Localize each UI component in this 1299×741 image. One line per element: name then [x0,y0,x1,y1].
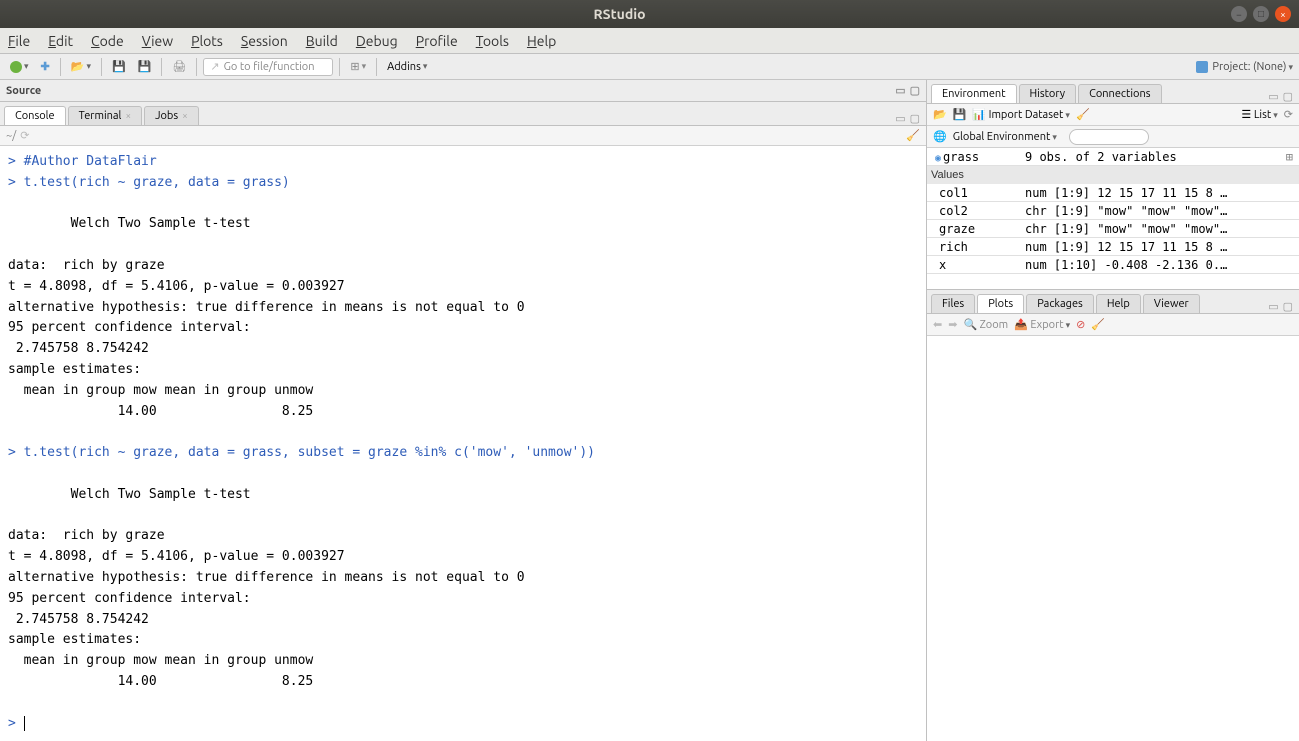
tab-files[interactable]: Files [931,294,975,313]
tab-viewer[interactable]: Viewer [1143,294,1200,313]
console-clear-icon[interactable]: 🧹 [906,130,920,142]
tab-plots[interactable]: Plots [977,294,1024,313]
plots-minimize-icon[interactable]: ▭ [1268,300,1278,313]
plot-export-dropdown[interactable]: 📤 Export [1014,318,1070,331]
tab-environment[interactable]: Environment [931,84,1017,103]
console-tabs: ConsoleTerminal×Jobs× ▭ ▢ [0,102,926,126]
console-path-bar: ~/ ⟳ 🧹 [0,126,926,146]
env-scope-dropdown[interactable]: Global Environment [953,131,1057,143]
env-row-grass[interactable]: ◉grass9 obs. of 2 variables⊞ [927,148,1299,166]
main-toolbar: ▾ ✚ 📂▾ 💾 💾 🖨 ↗Go to file/function ⊞ ▾ Ad… [0,54,1299,80]
environment-tabs: EnvironmentHistoryConnections ▭ ▢ [927,80,1299,104]
window-minimize-button[interactable]: − [1231,6,1247,22]
env-open-icon[interactable]: 📂 [933,108,947,121]
tab-console[interactable]: Console [4,106,66,125]
menu-build[interactable]: Build [306,33,338,49]
menu-tools[interactable]: Tools [476,33,509,49]
menu-profile[interactable]: Profile [416,33,458,49]
plot-clear-icon[interactable]: 🧹 [1091,318,1105,331]
tab-help[interactable]: Help [1096,294,1141,313]
env-row-col2[interactable]: col2chr [1:9] "mow" "mow" "mow"… [927,202,1299,220]
console-refresh-icon[interactable]: ⟳ [20,129,29,142]
menu-help[interactable]: Help [527,33,556,49]
console-maximize-icon[interactable]: ▢ [910,112,920,125]
env-maximize-icon[interactable]: ▢ [1283,90,1293,103]
console-working-dir[interactable]: ~/ [6,130,16,142]
env-toolbar: 📂 💾 📊 Import Dataset 🧹 ☰ List ⟳ [927,104,1299,126]
open-file-button[interactable]: 📂▾ [67,59,95,74]
env-refresh-icon[interactable]: ⟳ [1284,108,1293,121]
env-row-col1[interactable]: col1num [1:9] 12 15 17 11 15 8 … [927,184,1299,202]
plots-toolbar: ⬅ ➡ 🔍 Zoom 📤 Export ⊘ 🧹 [927,314,1299,336]
tab-terminal[interactable]: Terminal× [68,106,142,125]
env-row-graze[interactable]: grazechr [1:9] "mow" "mow" "mow"… [927,220,1299,238]
plot-zoom-button[interactable]: 🔍 Zoom [963,318,1008,331]
env-row-x[interactable]: xnum [1:10] -0.408 -2.136 0.… [927,256,1299,274]
plot-area [927,336,1299,741]
plot-forward-icon[interactable]: ➡ [948,318,957,331]
save-all-button[interactable]: 💾 [134,59,156,74]
source-minimize-icon[interactable]: ▭ [895,84,905,97]
env-minimize-icon[interactable]: ▭ [1268,90,1278,103]
env-view-mode[interactable]: ☰ List [1241,108,1277,121]
tab-jobs[interactable]: Jobs× [144,106,199,125]
window-titlebar: RStudio − □ × [0,0,1299,28]
plot-remove-icon[interactable]: ⊘ [1076,318,1085,331]
tab-packages[interactable]: Packages [1026,294,1094,313]
env-clear-icon[interactable]: 🧹 [1076,108,1090,121]
source-pane-title: Source [6,85,41,97]
menu-view[interactable]: View [142,33,173,49]
window-maximize-button[interactable]: □ [1253,6,1269,22]
goto-file-input[interactable]: ↗Go to file/function [203,58,333,76]
save-button[interactable]: 💾 [108,59,130,74]
new-file-button[interactable]: ▾ [6,60,33,74]
env-search-input[interactable] [1069,129,1149,145]
env-values-header: Values [927,166,1299,184]
print-button[interactable]: 🖨 [168,59,190,74]
env-globe-icon: 🌐 [933,130,947,143]
console-output[interactable]: > #Author DataFlair > t.test(rich ~ graz… [0,146,926,741]
plots-maximize-icon[interactable]: ▢ [1283,300,1293,313]
menu-debug[interactable]: Debug [356,33,398,49]
tab-history[interactable]: History [1019,84,1077,103]
console-minimize-icon[interactable]: ▭ [895,112,905,125]
window-close-button[interactable]: × [1275,6,1291,22]
tab-connections[interactable]: Connections [1078,84,1161,103]
import-dataset-dropdown[interactable]: 📊 Import Dataset [972,108,1070,121]
menu-edit[interactable]: Edit [48,33,73,49]
grid-button[interactable]: ⊞ ▾ [346,59,370,74]
menu-code[interactable]: Code [91,33,124,49]
new-project-button[interactable]: ✚ [37,59,54,74]
environment-table: ◉grass9 obs. of 2 variables⊞Valuescol1nu… [927,148,1299,289]
menubar: File Edit Code View Plots Session Build Debug Pr… [0,28,1299,54]
plots-tabs: FilesPlotsPackagesHelpViewer ▭ ▢ [927,290,1299,314]
env-row-rich[interactable]: richnum [1:9] 12 15 17 11 15 8 … [927,238,1299,256]
source-maximize-icon[interactable]: ▢ [910,84,920,97]
plot-back-icon[interactable]: ⬅ [933,318,942,331]
project-selector[interactable]: Project: (None) [1196,61,1293,73]
menu-session[interactable]: Session [241,33,288,49]
source-pane-header: Source ▭ ▢ [0,80,926,102]
env-scope-bar: 🌐 Global Environment [927,126,1299,148]
window-title: RStudio [8,6,1231,22]
addins-dropdown[interactable]: Addins [383,60,431,74]
menu-plots[interactable]: Plots [191,33,223,49]
env-save-icon[interactable]: 💾 [953,108,967,121]
menu-file[interactable]: File [8,33,30,49]
